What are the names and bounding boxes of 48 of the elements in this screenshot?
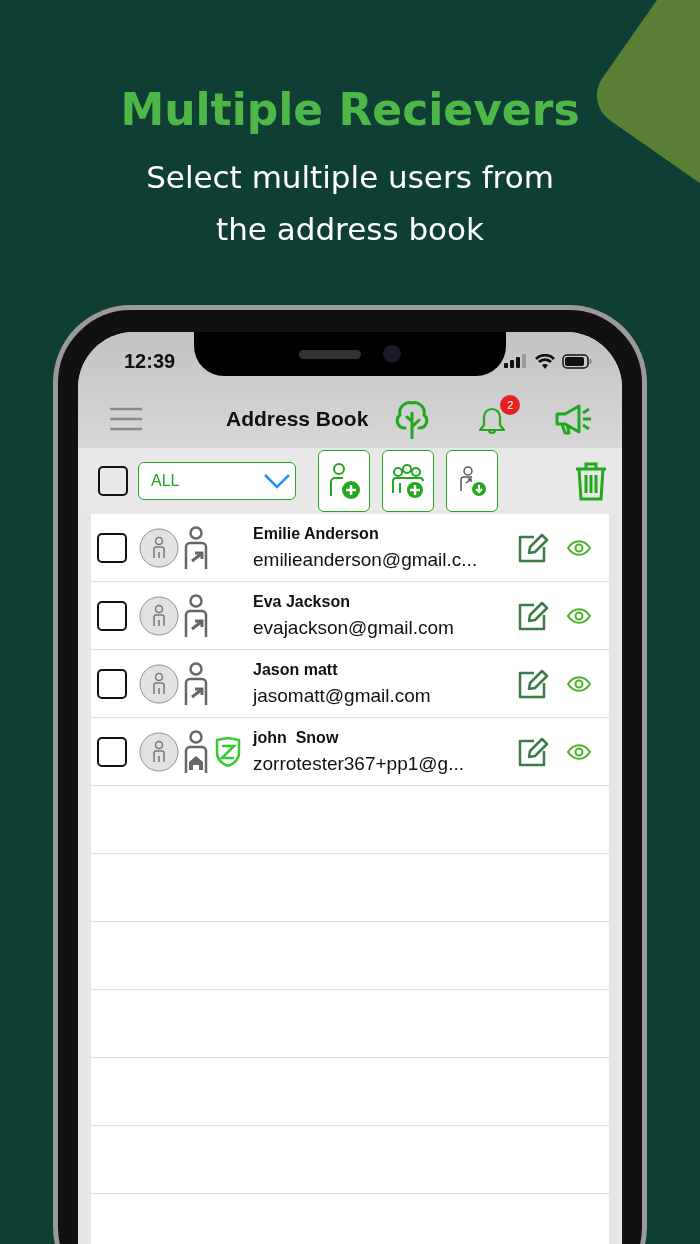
contact-checkbox[interactable]	[97, 600, 127, 631]
chevron-down-icon	[263, 473, 291, 489]
contact-name: Jason matt	[253, 660, 339, 679]
contact-checkbox[interactable]	[97, 736, 127, 767]
contact-checkbox[interactable]	[97, 668, 127, 699]
headline: Multiple Recievers	[120, 84, 580, 135]
eye-icon[interactable]	[567, 539, 591, 556]
person-download-icon	[457, 465, 487, 497]
person-arrow-icon	[183, 593, 209, 638]
person-house-icon	[183, 729, 209, 774]
edit-icon[interactable]	[517, 668, 549, 699]
screen-title: Address Book	[226, 407, 369, 431]
menu-icon[interactable]	[110, 407, 142, 431]
edit-icon[interactable]	[517, 532, 549, 563]
add-contact-button[interactable]	[318, 450, 370, 512]
group-add-icon	[390, 463, 426, 499]
contact-name: Eva Jackson	[253, 592, 351, 611]
person-add-icon	[327, 462, 361, 500]
contact-checkbox[interactable]	[97, 532, 127, 563]
contact-email: emilieanderson@gmail.c...	[253, 548, 479, 571]
eye-icon[interactable]	[567, 607, 591, 624]
avatar-icon	[139, 527, 179, 568]
filter-dropdown[interactable]: ALL	[138, 462, 296, 500]
import-contact-button[interactable]	[446, 450, 498, 512]
trash-icon[interactable]	[574, 461, 608, 501]
select-all-checkbox[interactable]	[98, 466, 128, 496]
edit-icon[interactable]	[517, 736, 549, 767]
avatar-icon	[139, 663, 179, 704]
edit-icon[interactable]	[517, 600, 549, 631]
person-arrow-icon	[183, 525, 209, 570]
subtitle: Select multiple users from the address book	[145, 158, 555, 249]
contact-email: jasomatt@gmail.com	[253, 684, 432, 707]
signal-icon	[504, 354, 528, 368]
notification-badge: 2	[500, 395, 521, 415]
avatar-icon	[139, 595, 179, 636]
add-group-button[interactable]	[382, 450, 434, 512]
person-arrow-icon	[183, 661, 209, 706]
contact-name: Emilie Anderson	[253, 524, 380, 543]
eye-icon[interactable]	[567, 743, 591, 760]
contact-email: zorrotester367+pp1@g...	[253, 752, 465, 775]
eye-icon[interactable]	[567, 675, 591, 692]
wifi-icon	[535, 353, 555, 369]
contact-email: evajackson@gmail.com	[253, 616, 455, 639]
battery-icon	[562, 353, 592, 369]
status-time: 12:39	[124, 349, 176, 373]
tree-icon[interactable]	[394, 399, 431, 439]
contact-name: john Snow	[253, 728, 340, 747]
avatar-icon	[139, 731, 179, 772]
